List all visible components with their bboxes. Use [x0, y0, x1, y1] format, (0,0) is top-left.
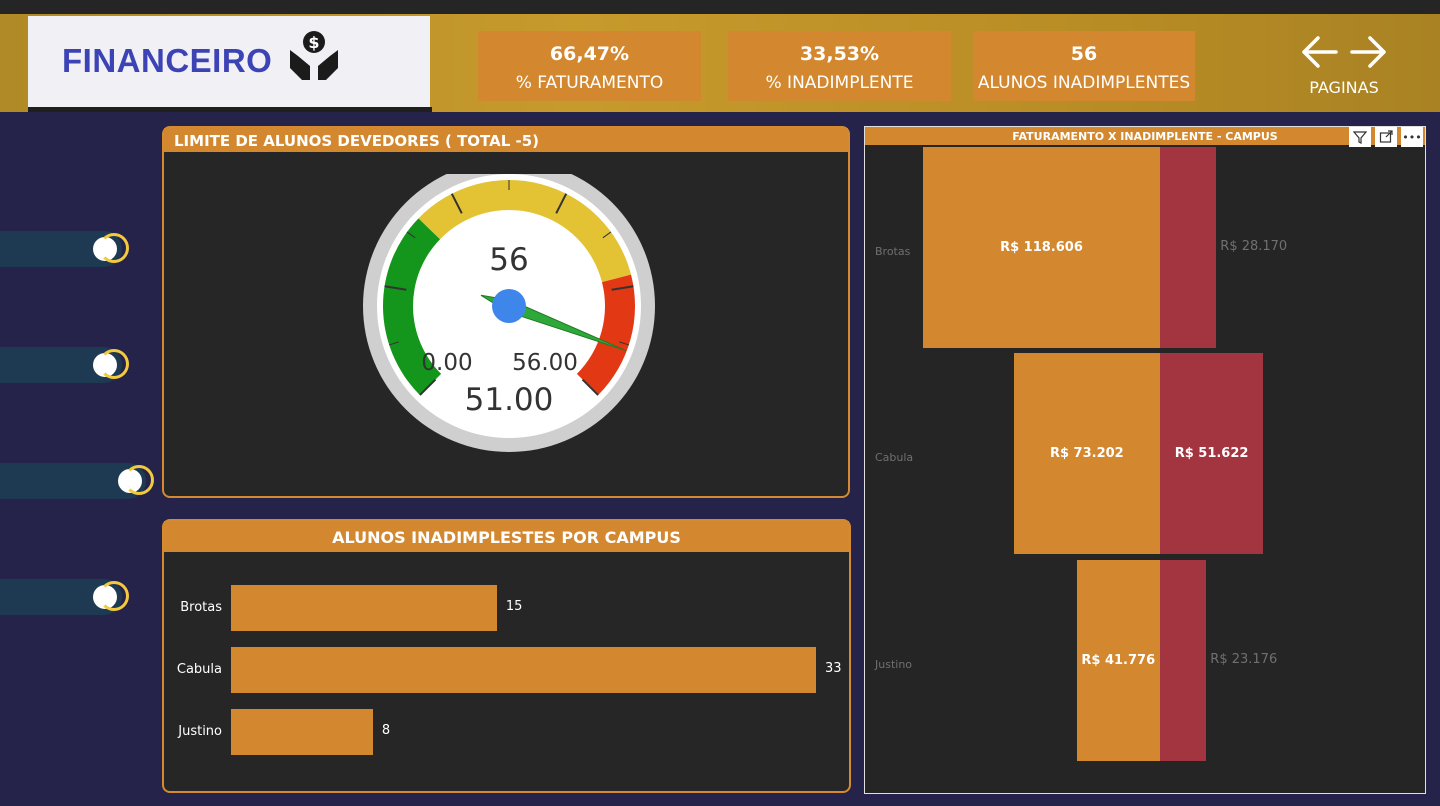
- nav-toggle-1[interactable]: [0, 231, 129, 267]
- kpi-faturamento: 66,47% % FATURAMENTO: [478, 31, 701, 101]
- gauge-max-label: 56.00: [512, 350, 578, 376]
- inadimplente-bar[interactable]: R$ 51.622: [1160, 353, 1264, 554]
- toggle-ring: [99, 581, 129, 611]
- campus-label: Cabula: [875, 451, 914, 464]
- faturamento-bar[interactable]: R$ 73.202: [1013, 353, 1160, 554]
- gauge-panel: LIMITE DE ALUNOS DEVEDORES ( TOTAL -5) 5…: [162, 126, 850, 498]
- page-navigation: PAGINAS: [1296, 34, 1392, 97]
- visual-toolbar: •••: [1349, 127, 1423, 147]
- bar[interactable]: [231, 585, 497, 631]
- toggle-ring: [99, 233, 129, 263]
- kpi-inadimplente-value: 33,53%: [799, 43, 880, 65]
- nav-toggle-3[interactable]: [0, 463, 154, 499]
- bar-category-label: Brotas: [180, 600, 222, 615]
- inadimplente-value-label: R$ 23.176: [1210, 652, 1278, 667]
- faturamento-bar[interactable]: R$ 118.606: [923, 147, 1160, 348]
- gauge-chart: 56 0.00 56.00 51.00: [363, 174, 655, 452]
- campus-label: Justino: [875, 658, 913, 671]
- kpi-faturamento-label: % FATURAMENTO: [515, 73, 664, 93]
- bar-panel-title: ALUNOS INADIMPLESTES POR CAMPUS: [164, 521, 849, 552]
- app-title: FINANCEIRO: [62, 42, 273, 79]
- bar-panel: ALUNOS INADIMPLESTES POR CAMPUS Brotas 15…: [162, 519, 851, 793]
- faturamento-bar[interactable]: R$ 41.776: [1076, 560, 1160, 761]
- kpi-inadimplente-label: % INADIMPLENTE: [765, 73, 914, 93]
- campus-label: Brotas: [875, 245, 911, 258]
- gauge-pivot: [492, 289, 526, 323]
- bar[interactable]: [231, 709, 373, 755]
- faturamento-panel: FATURAMENTO X INADIMPLENTE - CAMPUS ••• …: [864, 126, 1426, 794]
- logo-box: FINANCEIRO $: [28, 16, 430, 107]
- bar-value-label: 15: [505, 599, 523, 614]
- arrow-right-icon[interactable]: [1350, 34, 1388, 70]
- nav-toggle-4[interactable]: [0, 579, 129, 615]
- bar-value-label: 33: [825, 661, 842, 676]
- svg-text:$: $: [308, 33, 319, 52]
- gauge-target-label: 51.00: [465, 382, 554, 418]
- toggle-ring: [124, 465, 154, 495]
- bar-value-label: 8: [381, 723, 391, 738]
- kpi-inadimplente: 33,53% % INADIMPLENTE: [728, 31, 951, 101]
- faturamento-title: FATURAMENTO X INADIMPLENTE - CAMPUS: [865, 127, 1425, 145]
- kpi-faturamento-value: 66,47%: [549, 43, 630, 65]
- top-strip: [0, 0, 1440, 14]
- header-shadow: [28, 107, 432, 112]
- bar-category-label: Cabula: [176, 662, 222, 677]
- filter-icon[interactable]: [1349, 127, 1371, 147]
- bar[interactable]: [231, 647, 816, 693]
- gauge-value: 56: [489, 242, 528, 278]
- bar-category-label: Justino: [178, 724, 222, 739]
- header-bar: FINANCEIRO $ 66,47% % FATURAMENTO 33,53%…: [0, 14, 1440, 112]
- inadimplente-bar[interactable]: [1160, 560, 1207, 761]
- nav-toggle-2[interactable]: [0, 347, 129, 383]
- gauge-min-label: 0.00: [421, 350, 472, 376]
- kpi-alunos-value: 56: [1070, 43, 1098, 65]
- money-hands-icon: $: [290, 31, 338, 80]
- toggle-ring: [99, 349, 129, 379]
- more-options-icon[interactable]: •••: [1401, 127, 1423, 147]
- kpi-alunos: 56 ALUNOS INADIMPLENTES: [973, 31, 1195, 101]
- focus-mode-icon[interactable]: [1375, 127, 1397, 147]
- gauge-title: LIMITE DE ALUNOS DEVEDORES ( TOTAL -5): [164, 128, 848, 152]
- arrow-left-icon[interactable]: [1300, 34, 1338, 70]
- inadimplente-bar[interactable]: [1160, 147, 1217, 348]
- kpi-alunos-label: ALUNOS INADIMPLENTES: [977, 73, 1191, 93]
- nav-label: PAGINAS: [1309, 78, 1379, 97]
- inadimplente-value-label: R$ 28.170: [1220, 239, 1288, 254]
